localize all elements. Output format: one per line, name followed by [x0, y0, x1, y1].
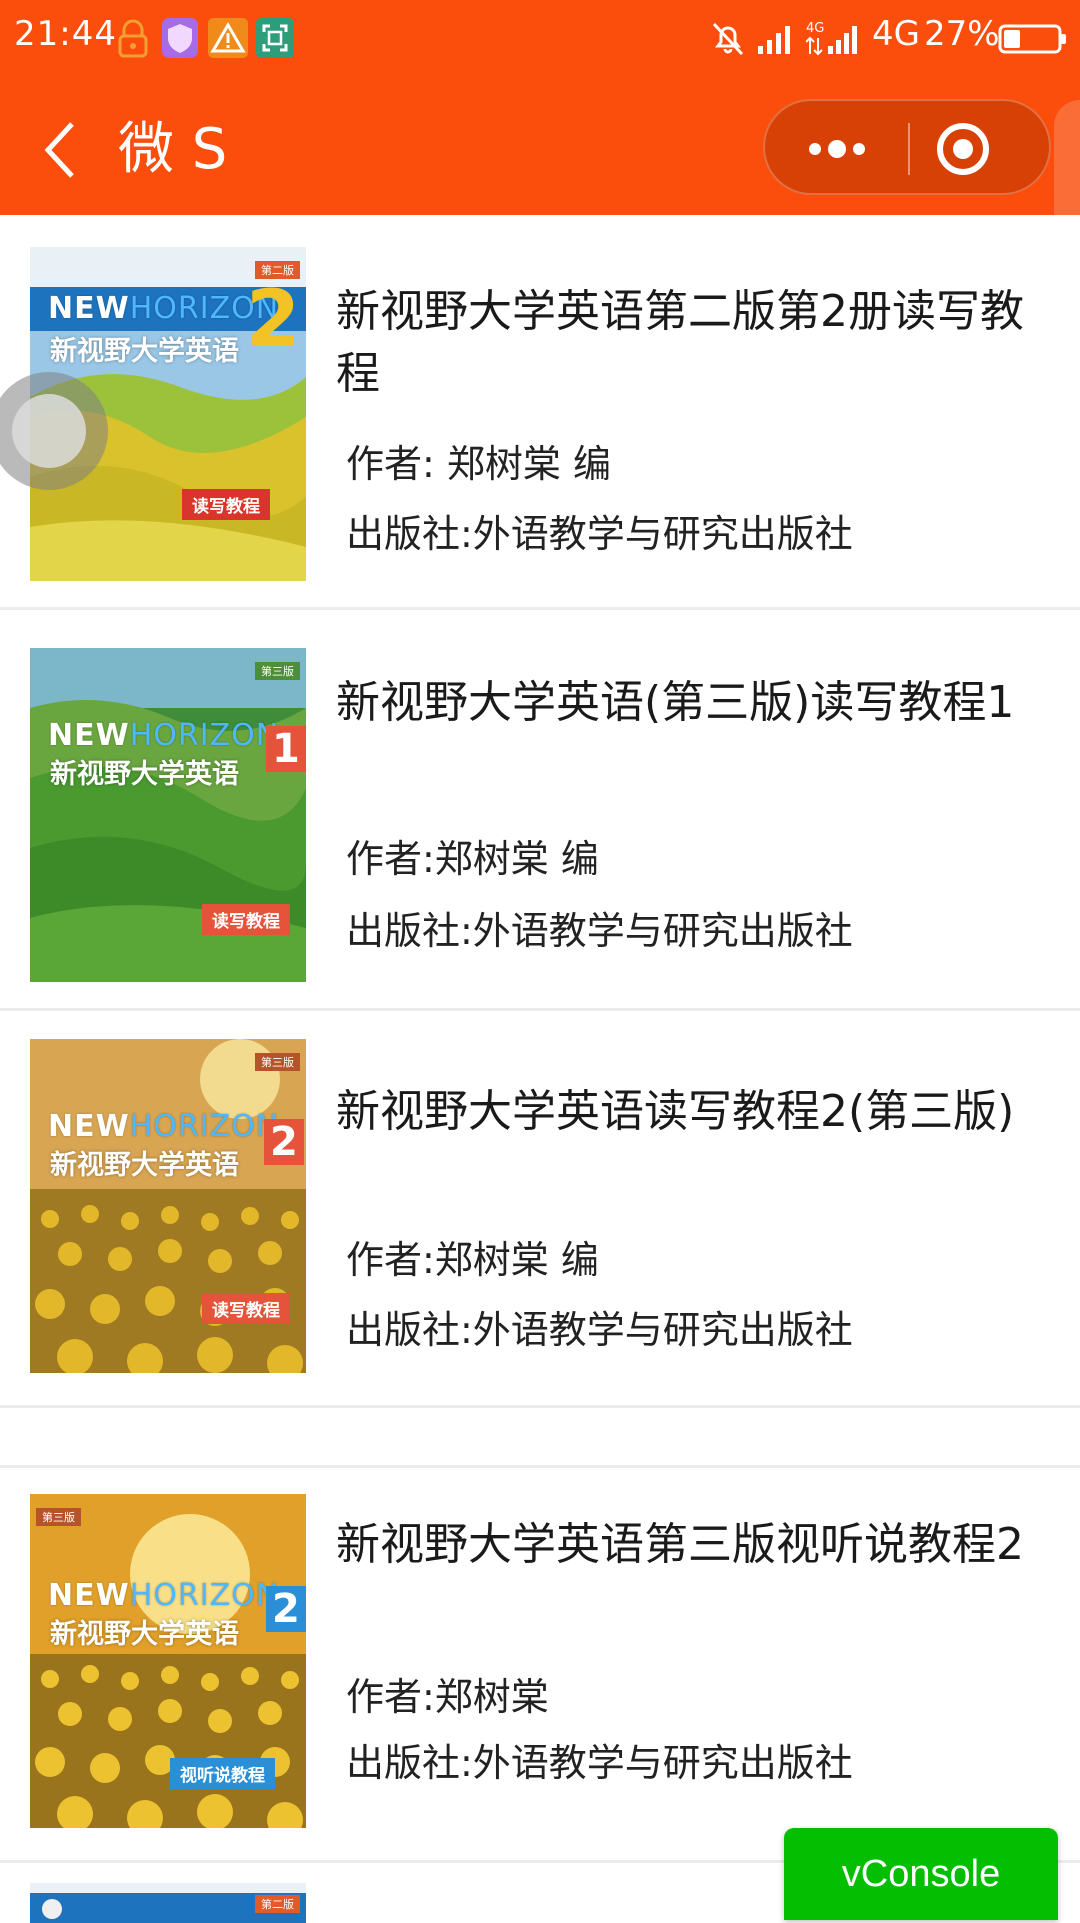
- book-title: 新视野大学英语第二版第2册读写教程: [336, 286, 1024, 399]
- book-cover: 第三版 NEWHORIZON 新视野大学英语 1 读写教程: [30, 648, 306, 982]
- cover-number: 2: [264, 1119, 304, 1165]
- battery-icon: [998, 24, 1066, 54]
- cover-title: 新视野大学英语: [50, 759, 239, 790]
- book-publisher: 出版社:外语教学与研究出版社: [346, 512, 853, 556]
- list-item[interactable]: 第三版 NEWHORIZON 新视野大学英语 1 读写教程 新视野大学英语(第三…: [0, 610, 1080, 1008]
- app-header: 21:44 4G 4G 27% 微 S: [0, 0, 1080, 260]
- bell-off-icon: [712, 22, 744, 56]
- scan-icon: [256, 18, 294, 58]
- cover-logo: NEWHORIZON: [48, 291, 280, 326]
- cover-edition: 第三版: [255, 662, 300, 680]
- book-publisher: 出版社:外语教学与研究出版社: [346, 1308, 853, 1352]
- warning-icon: [208, 18, 248, 58]
- cover-logo: NEWHORIZON: [48, 1109, 280, 1144]
- cover-logo: NEWHORIZON: [48, 718, 280, 753]
- cover-tag: 读写教程: [202, 904, 290, 935]
- list-item[interactable]: 第三版 NEWHORIZON 新视野大学英语 2 视听说教程 新视野大学英语第三…: [0, 1468, 1080, 1876]
- cover-edition: 第三版: [255, 1053, 300, 1071]
- target-circle-icon[interactable]: [909, 101, 1053, 197]
- status-bar: 21:44 4G 4G 27%: [0, 0, 1080, 78]
- cover-edition: 第三版: [36, 1508, 81, 1526]
- book-author: 作者:郑树棠 编: [346, 837, 599, 881]
- book-author: 作者:郑树棠 编: [346, 1238, 599, 1282]
- list-item[interactable]: 第三版 NEWHORIZON 新视野大学英语 2 读写教程 新视野大学英语读写教…: [0, 1011, 1080, 1411]
- book-title: 新视野大学英语第三版视听说教程2: [336, 1519, 1024, 1570]
- divider: [0, 1405, 1080, 1408]
- book-title: 新视野大学英语(第三版)读写教程1: [336, 677, 1015, 728]
- book-cover: 第三版 NEWHORIZON 新视野大学英语 2 读写教程: [30, 1039, 306, 1373]
- page-title: 微 S: [118, 117, 228, 182]
- battery-percent: 27%: [924, 14, 1000, 54]
- cover-edition: 第二版: [255, 1895, 300, 1913]
- shield-icon: [162, 18, 198, 58]
- cover-tag: 读写教程: [202, 1293, 290, 1324]
- book-author: 作者:郑树棠: [346, 1675, 549, 1719]
- book-cover: 第二版: [30, 1883, 306, 1923]
- lock-icon: [118, 19, 148, 58]
- cover-number: 2: [266, 1586, 306, 1632]
- network-type: 4G: [872, 14, 920, 54]
- mini-program-capsule: [763, 99, 1051, 195]
- cover-title: 新视野大学英语: [50, 1150, 239, 1181]
- signal-4g-icon: 4G: [806, 21, 857, 56]
- book-cover: 第三版 NEWHORIZON 新视野大学英语 2 视听说教程: [30, 1494, 306, 1828]
- book-author: 作者: 郑树棠 编: [346, 442, 611, 486]
- vconsole-button[interactable]: vConsole: [784, 1828, 1058, 1920]
- svg-text:4G: 4G: [806, 21, 824, 36]
- cover-tag: 视听说教程: [170, 1758, 275, 1789]
- back-button[interactable]: [30, 110, 90, 190]
- more-dots-icon[interactable]: [765, 101, 909, 197]
- status-time: 21:44: [14, 14, 117, 54]
- book-publisher: 出版社:外语教学与研究出版社: [346, 909, 853, 953]
- signal-icon: [758, 26, 790, 54]
- navigation-bar: 微 S: [0, 90, 1080, 210]
- book-title: 新视野大学英语读写教程2(第三版): [336, 1086, 1015, 1137]
- cover-number: 1: [266, 726, 306, 772]
- book-publisher: 出版社:外语教学与研究出版社: [346, 1741, 853, 1785]
- floating-ball-inner: [12, 394, 86, 468]
- cover-number: 2: [246, 275, 301, 365]
- cover-title: 新视野大学英语: [50, 1619, 239, 1650]
- cover-title: 新视野大学英语: [50, 336, 239, 367]
- cover-logo: NEWHORIZON: [48, 1578, 280, 1613]
- list-item[interactable]: 第二版 NEWHORIZON 新视野大学英语 2 读写教程 新视野大学英语第二版…: [0, 215, 1080, 607]
- cover-tag: 读写教程: [182, 489, 270, 520]
